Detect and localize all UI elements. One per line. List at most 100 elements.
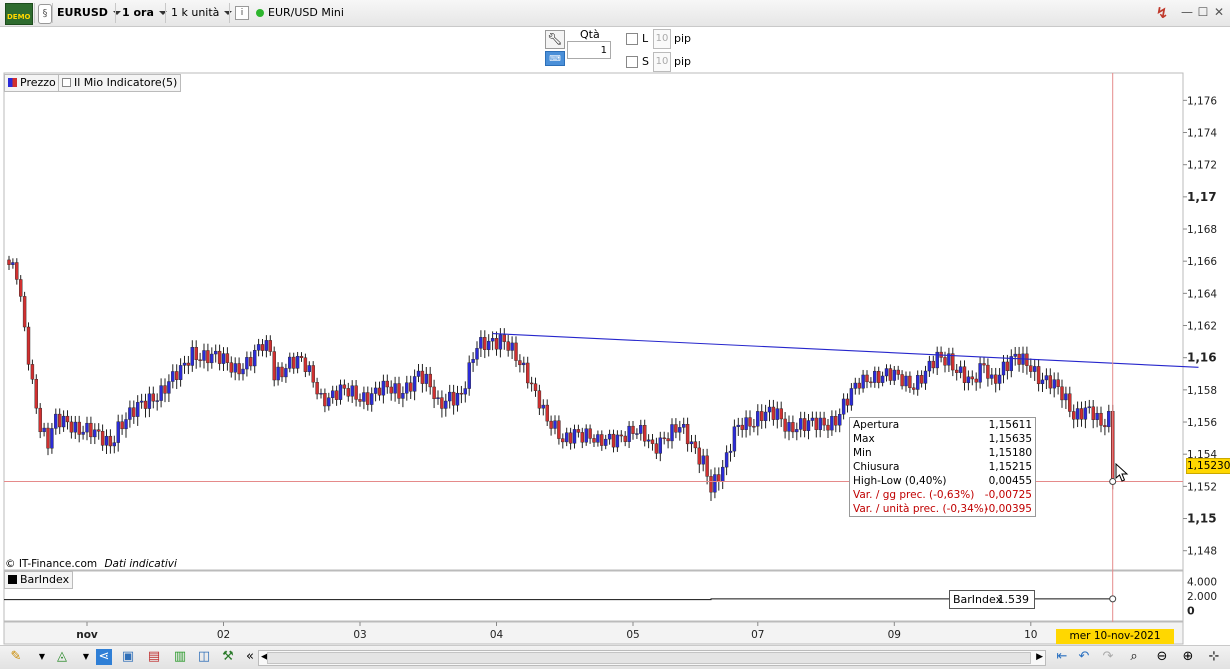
- zoom-out-icon[interactable]: ⊖: [1154, 649, 1170, 665]
- y-axis-tick-label: 1,166: [1187, 256, 1217, 268]
- long-pips-field[interactable]: 10: [653, 29, 671, 49]
- bullish-candle: [736, 424, 740, 427]
- x-axis-tick-label: 03: [353, 629, 366, 641]
- long-checkbox[interactable]: [626, 33, 638, 45]
- bearish-candle: [643, 425, 647, 442]
- undo-icon[interactable]: ↶: [1076, 649, 1092, 665]
- bullish-candle: [1095, 412, 1099, 420]
- bullish-candle: [916, 375, 920, 390]
- price-legend[interactable]: Prezzo: [4, 74, 60, 92]
- bullish-candle: [795, 429, 799, 433]
- bearish-candle: [619, 434, 623, 437]
- pencil-icon[interactable]: ✎: [8, 649, 24, 665]
- bullish-candle: [639, 425, 643, 434]
- barindex-legend[interactable]: BarIndex: [4, 571, 74, 589]
- bullish-candle: [147, 393, 152, 409]
- indicator-legend[interactable]: Il Mio Indicatore(5): [58, 74, 182, 92]
- redo-icon[interactable]: ↷: [1100, 649, 1116, 665]
- qty-input[interactable]: [567, 41, 611, 59]
- bullish-candle: [728, 450, 733, 453]
- time-axis-frame: [3, 621, 1184, 645]
- chart-nav-icon[interactable]: ⇤: [1054, 649, 1070, 665]
- bullish-candle: [1052, 379, 1056, 389]
- price-chart[interactable]: 1,176 1,174 1,172 1,17 1,168 1,166 1,164 1,162 1…: [0, 72, 1230, 645]
- bullish-candle: [990, 374, 994, 379]
- bearish-candle: [409, 382, 413, 392]
- refresh-icon[interactable]: ↯: [1152, 3, 1172, 23]
- horizontal-scrollbar[interactable]: ◀ ▶: [258, 650, 1046, 666]
- chevron-down-icon[interactable]: ▼: [34, 649, 50, 665]
- bullish-candle: [444, 400, 448, 409]
- bearish-candle: [428, 373, 432, 388]
- top-toolbar: DEMO § EURUSD 1 ora 1 k unità i EUR/USD …: [0, 0, 1230, 27]
- chat-icon[interactable]: ▣: [120, 649, 136, 665]
- bearish-candle: [529, 382, 534, 385]
- bullish-candle: [362, 392, 366, 402]
- bullish-candle: [541, 404, 545, 409]
- maximize-icon[interactable]: ☐: [1196, 5, 1210, 19]
- zoom-in-icon[interactable]: ⊕: [1180, 649, 1196, 665]
- bullish-candle: [202, 350, 206, 361]
- bearish-candle: [397, 383, 401, 399]
- columns-icon[interactable]: ▥: [172, 649, 188, 665]
- bullish-candle: [475, 348, 479, 360]
- barindex-legend-label: BarIndex: [20, 573, 70, 586]
- symbol-selector[interactable]: EURUSD: [57, 6, 121, 19]
- list-icon[interactable]: ▤: [146, 649, 162, 665]
- zoom-select-icon[interactable]: ⌕: [1126, 649, 1142, 665]
- bullish-candle: [522, 362, 526, 366]
- bearish-candle: [385, 380, 389, 388]
- bullish-candle: [830, 416, 834, 431]
- x-axis-tick-label: 09: [888, 629, 901, 641]
- bullish-candle: [252, 350, 257, 367]
- indicator-checkbox[interactable]: [62, 78, 71, 87]
- bearish-candle: [994, 374, 998, 384]
- scroll-left-icon[interactable]: «: [242, 649, 258, 665]
- chevron-down-icon[interactable]: ▼: [78, 649, 94, 665]
- tooltip-row: Var. / gg prec. (-0,63%) -0,00725: [853, 489, 1032, 501]
- crosshair-icon[interactable]: ⊹: [1206, 649, 1222, 665]
- bearish-candle: [518, 360, 522, 366]
- bullish-candle: [139, 400, 144, 403]
- link-icon[interactable]: §: [38, 4, 52, 24]
- units-selector[interactable]: 1 k unità: [171, 6, 233, 19]
- bullish-candle: [327, 397, 331, 407]
- tools-icon[interactable]: ⚒: [220, 649, 236, 665]
- windows-icon[interactable]: ◫: [196, 649, 212, 665]
- bearish-candle: [943, 357, 947, 366]
- short-pip-unit: pip: [674, 55, 692, 68]
- info-icon[interactable]: i: [235, 6, 249, 20]
- barindex-readout-value: 1.539: [997, 593, 1030, 606]
- bearish-candle: [919, 375, 924, 384]
- short-pips-field[interactable]: 10: [653, 52, 671, 72]
- timeframe-selector[interactable]: 1 ora: [122, 6, 167, 19]
- scroll-arrow-right-icon[interactable]: ▶: [1036, 652, 1043, 662]
- barindex-marker: [1109, 595, 1117, 603]
- minimize-icon[interactable]: —: [1180, 5, 1194, 19]
- bearish-candle: [198, 359, 202, 361]
- bullish-candle: [880, 375, 885, 383]
- bullish-candle: [806, 420, 811, 431]
- bearish-candle: [752, 425, 756, 428]
- bearish-candle: [163, 385, 167, 394]
- bullish-candle: [596, 434, 600, 443]
- bearish-candle: [46, 427, 50, 449]
- wrench-icon[interactable]: 🔧︎: [545, 30, 565, 49]
- demo-icon[interactable]: DEMO: [5, 3, 33, 25]
- bullish-candle: [307, 365, 311, 372]
- chart-type-icon[interactable]: ◬: [54, 649, 70, 665]
- bullish-candle: [42, 427, 46, 433]
- close-icon[interactable]: ✕: [1212, 5, 1226, 19]
- bearish-candle: [888, 368, 893, 381]
- short-label: S: [642, 55, 649, 68]
- scroll-thumb[interactable]: [267, 652, 1031, 664]
- bullish-candle: [93, 429, 97, 438]
- bullish-candle: [85, 422, 89, 433]
- keyboard-icon[interactable]: ⌨: [545, 51, 565, 66]
- short-checkbox[interactable]: [626, 56, 638, 68]
- bearish-candle: [623, 435, 627, 442]
- bullish-candle: [838, 414, 842, 426]
- share-icon[interactable]: ⋖: [96, 649, 112, 665]
- bullish-candle: [401, 393, 405, 399]
- bearish-candle: [174, 371, 179, 380]
